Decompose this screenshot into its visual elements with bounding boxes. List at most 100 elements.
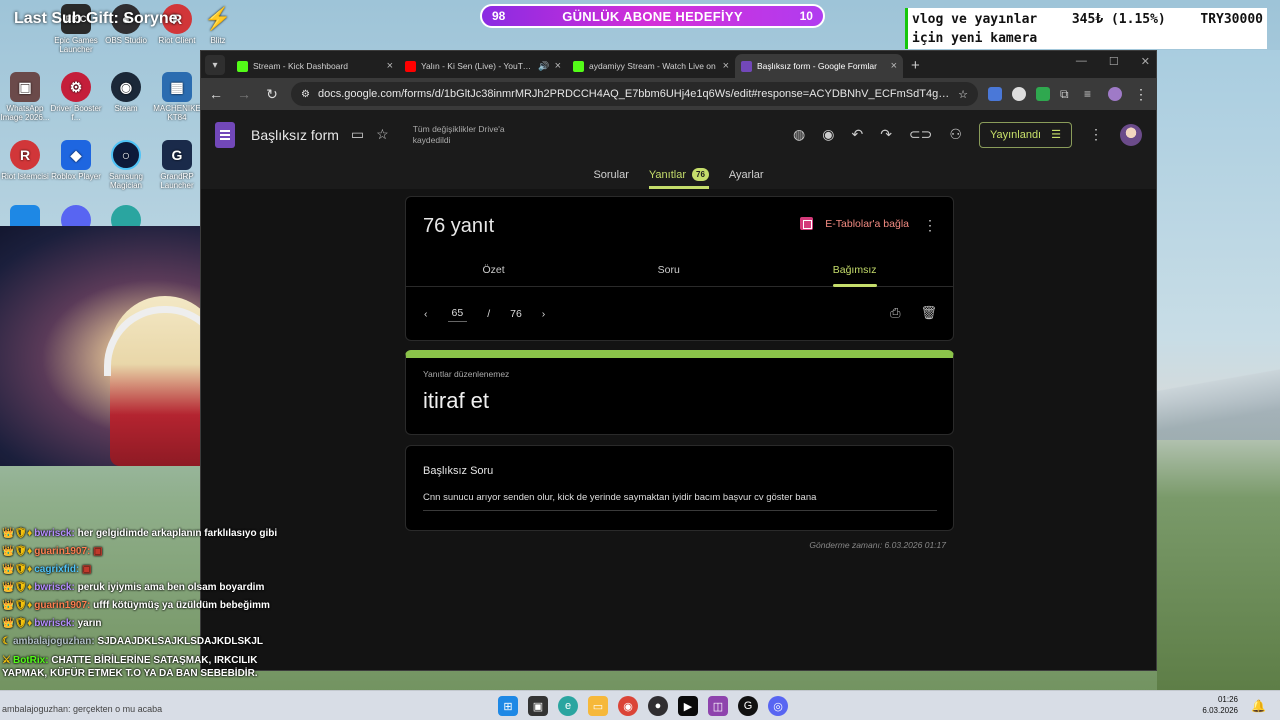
bookmark-star-icon[interactable]: ☆ — [958, 88, 968, 101]
goal-target-amount: TRY30000 — [1200, 12, 1263, 27]
chat-badges: ☾ — [2, 636, 11, 647]
question-card: Başlıksız Soru Cnn sunucu arıyor senden … — [405, 445, 954, 531]
chat-text: SJDAAJDKLSAJKLSDAJKDLSKJL — [97, 636, 264, 647]
chevron-right-icon[interactable]: › — [542, 308, 546, 320]
close-icon[interactable]: × — [723, 60, 729, 72]
tab-search-button[interactable]: ▾ — [205, 55, 225, 75]
chat-text: yarın — [77, 618, 102, 629]
maximize-button[interactable]: ☐ — [1109, 55, 1119, 68]
tab-individual[interactable]: Bağımsız — [832, 255, 877, 287]
tab-label: Yanıtlar — [648, 168, 686, 181]
delete-icon[interactable]: 🗑 — [920, 305, 937, 321]
form-title[interactable]: Başlıksız form — [251, 127, 339, 143]
avatar[interactable] — [1108, 87, 1122, 101]
browser-menu-icon[interactable]: ⋮ — [1132, 86, 1150, 103]
site-info-icon[interactable]: ⚙ — [301, 89, 310, 100]
puzzle-icon[interactable]: ⧉ — [1060, 87, 1074, 101]
sub-goal-bar: 98 GÜNLÜK ABONE HEDEFİYY 10 — [480, 4, 825, 28]
chat-message: 👑🛡♦ bwrisck: peruk iyiymis ama ben olsam … — [2, 582, 302, 593]
media-controls-icon[interactable]: ≡ — [1084, 87, 1098, 101]
speaker-icon[interactable]: 🔊 — [538, 61, 549, 72]
publish-button[interactable]: Yayınlandı ☰ — [978, 121, 1072, 148]
icon-label: Blitz — [210, 36, 226, 45]
translate-extension-icon[interactable] — [988, 87, 1002, 101]
edge-icon[interactable]: e — [558, 696, 578, 716]
add-collaborator-icon[interactable]: ⚇ — [949, 126, 962, 143]
browser-tab-youtube[interactable]: Yalın - Ki Sen (Live) - YouTube 🔊 × — [399, 54, 567, 78]
icon-label: Epic Games Launcher — [54, 36, 98, 55]
grandrp-icon: G — [162, 140, 192, 170]
discord-icon[interactable]: ◎ — [768, 696, 788, 716]
browser-tab-kick-stream[interactable]: aydamiyy Stream - Watch Live on × — [567, 54, 735, 78]
browser-tab-google-forms[interactable]: Başlıksız form - Google Formlar × — [735, 54, 903, 78]
response-count: 76 yanıt — [423, 215, 495, 237]
tab-questions[interactable]: Sorular — [593, 169, 628, 189]
goal-target: 10 — [799, 9, 813, 23]
desktop-icon-grandrp[interactable]: G GrandRP Launcher — [147, 140, 207, 190]
close-icon[interactable]: × — [891, 60, 897, 72]
minimize-button[interactable]: — — [1076, 55, 1087, 68]
chat-badges: 👑🛡♦ — [2, 564, 33, 575]
emote-icon: ▣ — [93, 546, 103, 557]
undo-icon[interactable]: ↶ — [851, 126, 863, 143]
reload-button[interactable]: ↻ — [263, 86, 281, 103]
current-response-input[interactable]: 65 — [447, 305, 468, 322]
address-bar[interactable]: ⚙ docs.google.com/forms/d/1bGltJc38inmrM… — [291, 82, 978, 106]
chat-username: guarin1907: — [34, 546, 91, 557]
extension-icon[interactable] — [1036, 87, 1050, 101]
app-icon[interactable]: ◫ — [708, 696, 728, 716]
tab-title: Başlıksız form - Google Formlar — [757, 61, 877, 71]
tab-question[interactable]: Soru — [658, 255, 680, 286]
extension-icon[interactable] — [1012, 87, 1026, 101]
chat-text: peruk iyiymis ama ben olsam boyardim — [77, 582, 265, 593]
chat-text: her gelgidimde arkaplanın farklılasıyo g… — [77, 528, 278, 539]
browser-tab-kick-dashboard[interactable]: Stream - Kick Dashboard × — [231, 54, 399, 78]
donation-goal-box: vlog ve yayınlar 345₺ (1.15%) TRY30000 i… — [905, 8, 1267, 49]
tab-summary[interactable]: Özet — [482, 255, 504, 286]
tab-label: Ayarlar — [728, 169, 764, 181]
tab-responses[interactable]: Yanıtlar 76 — [648, 168, 709, 189]
google-forms-logo-icon[interactable] — [215, 121, 235, 148]
close-window-button[interactable]: ✕ — [1141, 55, 1150, 68]
folder-icon[interactable]: ▭ — [351, 126, 364, 143]
goal-label: GÜNLÜK ABONE HEDEFİYY — [562, 8, 743, 24]
desktop-icon-blitz[interactable]: ⚡ Blitz — [198, 4, 238, 45]
response-actions: ⎙ 🗑 — [890, 305, 937, 321]
tab-settings[interactable]: Ayarlar — [729, 169, 764, 189]
notification-bell-icon[interactable]: 🔔 — [1251, 699, 1266, 713]
chrome-icon[interactable]: ◉ — [618, 696, 638, 716]
link-icon[interactable]: ⊂⊃ — [909, 126, 932, 143]
taskbar-apps: ⊞ ▣ e ▭ ◉ ● ▶ ◫ G ◎ — [498, 696, 788, 716]
forward-button[interactable]: → — [235, 86, 253, 102]
forms-header: Başlıksız form ▭ ☆ Tüm değişiklikler Dri… — [201, 110, 1156, 159]
link-to-sheets-button[interactable]: E-Tablolar'a bağla — [800, 217, 909, 230]
chat-text: ufff kötüymüş ya üzüldüm bebeğimm — [93, 600, 270, 611]
system-clock[interactable]: 01:26 6.03.2026 — [1202, 694, 1238, 716]
close-icon[interactable]: × — [387, 60, 393, 72]
close-icon[interactable]: × — [555, 60, 561, 72]
redo-icon[interactable]: ↷ — [880, 126, 892, 143]
more-options-icon[interactable]: ⋮ — [923, 217, 937, 234]
star-icon[interactable]: ☆ — [376, 126, 389, 143]
app-icon[interactable]: G — [738, 696, 758, 716]
file-explorer-icon[interactable]: ▭ — [588, 696, 608, 716]
task-view-icon[interactable]: ▣ — [528, 696, 548, 716]
more-options-icon[interactable]: ⋮ — [1089, 126, 1103, 143]
emote-icon: ▣ — [82, 564, 92, 575]
chat-username: bwrisck: — [34, 528, 75, 539]
desktop-icon-machenike[interactable]: ▦ MACHENIKE KT84 — [147, 72, 207, 122]
icon-label: GrandRP Launcher — [160, 172, 194, 191]
avatar[interactable] — [1120, 123, 1142, 146]
windows-start-icon[interactable]: ⊞ — [498, 696, 518, 716]
chevron-left-icon[interactable]: ‹ — [424, 308, 428, 320]
preview-eye-icon[interactable]: ◉ — [822, 126, 834, 143]
back-button[interactable]: ← — [207, 86, 225, 102]
chat-username: ambalajoguzhan: — [12, 636, 95, 647]
palette-icon[interactable]: ◍ — [793, 126, 805, 143]
print-icon[interactable]: ⎙ — [890, 305, 900, 321]
obs-icon[interactable]: ● — [648, 696, 668, 716]
new-tab-button[interactable]: + — [911, 57, 920, 74]
kick-icon — [573, 60, 584, 72]
submission-timestamp: Gönderme zamanı: 6.03.2026 01:17 — [809, 540, 946, 550]
kick-app-icon[interactable]: ▶ — [678, 696, 698, 716]
